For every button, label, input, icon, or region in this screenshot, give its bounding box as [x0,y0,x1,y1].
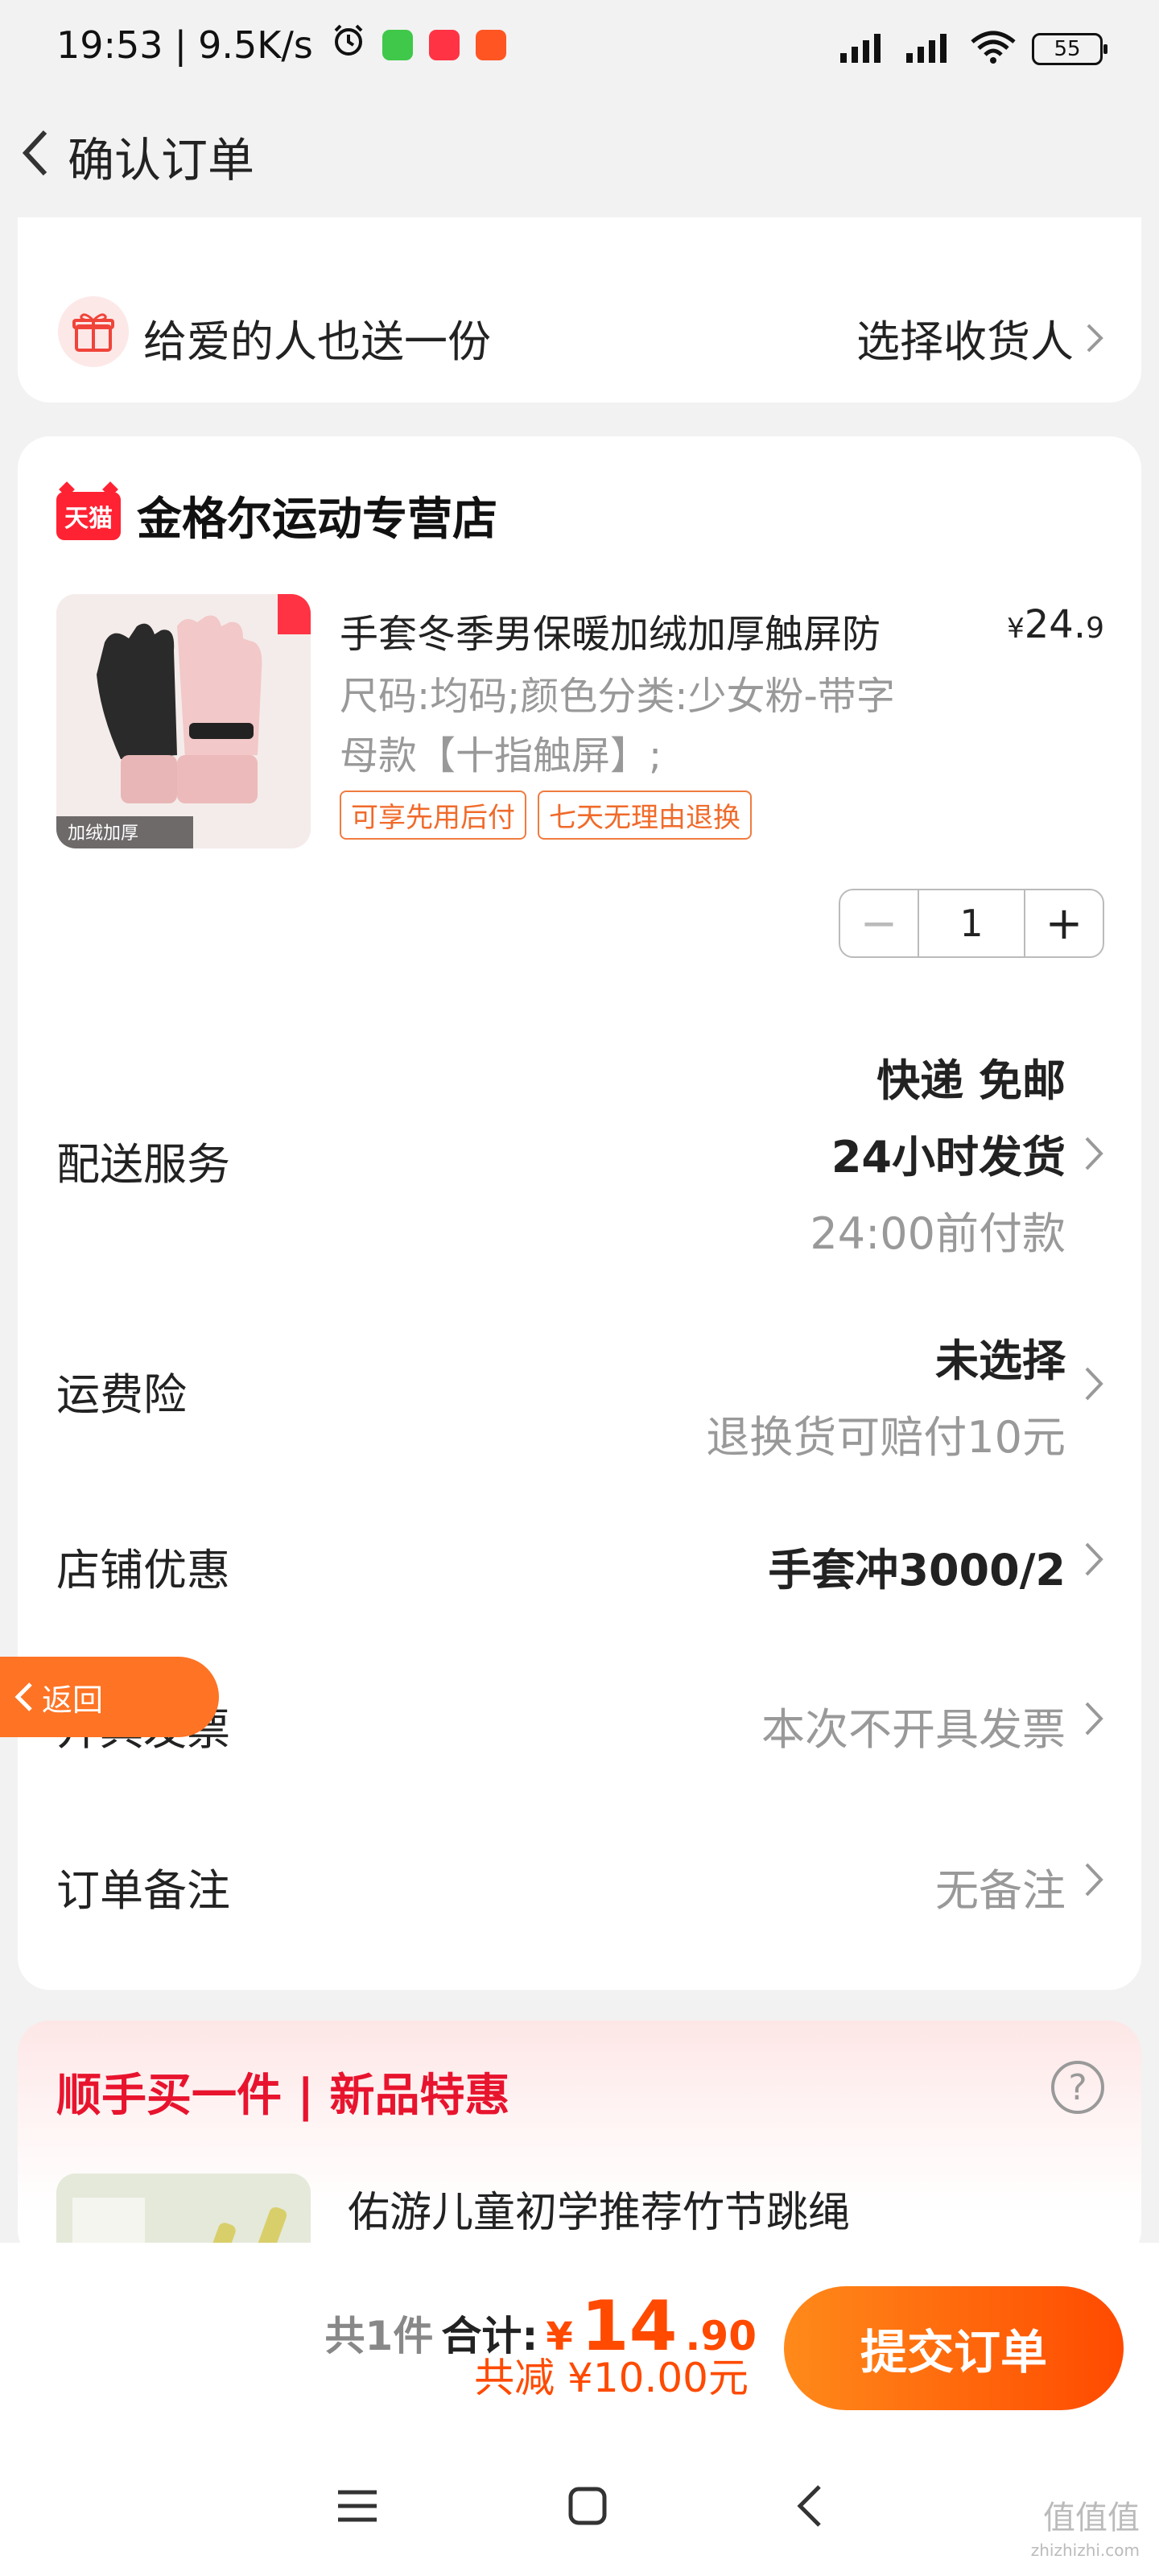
item-count: 共1件 [324,2313,434,2359]
chevron-right-icon [1085,1367,1103,1401]
back-nav-icon[interactable] [795,2483,824,2532]
network-speed: 9.5K/s [198,23,313,67]
gift-text: 给爱的人也送一份 [143,316,491,367]
insurance-options[interactable]: 未选择 退换货可赔付10元 [706,1325,1066,1465]
delivery-method: 快递 免邮 [876,1055,1066,1106]
help-icon[interactable]: ? [1051,2061,1104,2114]
chevron-right-icon [1085,1137,1103,1170]
header: 确认订单 [0,105,1159,201]
checkout-bar: 共1件 合计: ¥14.90 共减 ¥10.00元 提交订单 值值值 zhizh… [0,2243,1159,2576]
floating-back-label: 返回 [42,1682,104,1718]
decrease-button[interactable]: − [840,890,919,956]
chevron-right-icon [1085,1542,1103,1576]
image-badge-text: 加绒加厚 [68,824,138,844]
coupon-value[interactable]: 手套冲3000/2 [768,1534,1066,1598]
select-recipient-label: 选择收货人 [856,316,1074,367]
menu-icon[interactable] [335,2486,380,2529]
tag-pay-later: 可享先用后付 [340,791,526,840]
insurance-label: 运费险 [56,1369,187,1420]
chevron-left-icon [22,130,47,176]
product-spec[interactable]: 尺码:均码;颜色分类:少女粉-带字母款【十指触屏】; [340,667,919,786]
tmall-logo: 天猫 [56,491,121,540]
alarm-icon [331,23,366,67]
signal-icon [837,29,889,68]
chevron-right-icon [1085,1863,1103,1897]
recommendation-title: 顺手买一件 | 新品特惠 [56,2070,510,2122]
product-title[interactable]: 手套冬季男保暖加绒加厚触屏防 [340,602,984,658]
product-image[interactable]: 加绒加厚 [56,594,311,848]
chevron-right-icon [1085,1702,1103,1736]
increase-button[interactable]: + [1024,890,1103,956]
status-bar: 19:53 | 9.5K/s 55 [0,0,1159,100]
app-notification-icon-2 [475,29,506,60]
shop-header[interactable]: 天猫 金格尔运动专营店 [56,483,497,548]
insurance-note: 退换货可赔付10元 [706,1412,1066,1463]
status-right: 55 [837,29,1107,68]
note-value[interactable]: 无备注 [935,1855,1066,1918]
wifi-icon [969,29,1017,68]
submit-order-button[interactable]: 提交订单 [784,2286,1124,2410]
delivery-time: 24小时发货 [831,1132,1066,1183]
delivery-note: 24:00前付款 [810,1208,1066,1259]
back-button[interactable] [11,129,60,177]
note-label: 订单备注 [56,1865,230,1916]
app-notification-icon [428,29,460,60]
select-recipient-button[interactable]: 选择收货人 [856,306,1104,369]
delivery-label: 配送服务 [56,1139,230,1190]
delivery-options[interactable]: 快递 免邮 24小时发货 24:00前付款 [810,1045,1066,1261]
system-nav [0,2439,1159,2576]
home-icon[interactable] [567,2486,608,2529]
gift-row[interactable]: 给爱的人也送一份 选择收货人 [18,217,1141,402]
recommendation-item-name[interactable]: 佑游儿童初学推荐竹节跳绳 [348,2178,850,2239]
status-time: 19:53 [56,23,163,67]
coupon-label: 店铺优惠 [56,1545,230,1596]
signal-icon-2 [903,29,955,68]
chevron-left-icon [14,1682,32,1711]
floating-back-button[interactable]: 返回 [0,1657,219,1737]
order-card: 天猫 金格尔运动专营店 加绒加厚 手套冬季男保暖加绒加厚触屏防 ¥24.9 尺码… [18,436,1141,1990]
gift-icon [58,296,129,367]
discount-amount: 共减 ¥10.00元 [474,2355,749,2401]
battery-icon: 55 [1032,32,1107,65]
product-tags: 可享先用后付 七天无理由退换 [340,791,752,840]
invoice-value[interactable]: 本次不开具发票 [761,1694,1066,1757]
insurance-status: 未选择 [935,1335,1066,1386]
quantity-value[interactable]: 1 [919,890,1024,956]
glove-image: 加绒加厚 [56,594,311,848]
chevron-right-icon [1087,324,1103,352]
watermark: 值值值 zhizhizhi.com [1030,2500,1140,2560]
shop-name: 金格尔运动专营店 [137,493,497,546]
wechat-icon [382,29,413,60]
page-title: 确认订单 [68,133,255,188]
quantity-stepper: − 1 + [839,889,1104,958]
tag-return: 七天无理由退换 [538,791,752,840]
product-price: ¥24.9 [1007,602,1104,647]
recommendation-card: 顺手买一件 | 新品特惠 ? 佑游儿童初学推荐竹节跳绳 [18,2021,1141,2286]
status-left: 19:53 | 9.5K/s [56,23,506,67]
